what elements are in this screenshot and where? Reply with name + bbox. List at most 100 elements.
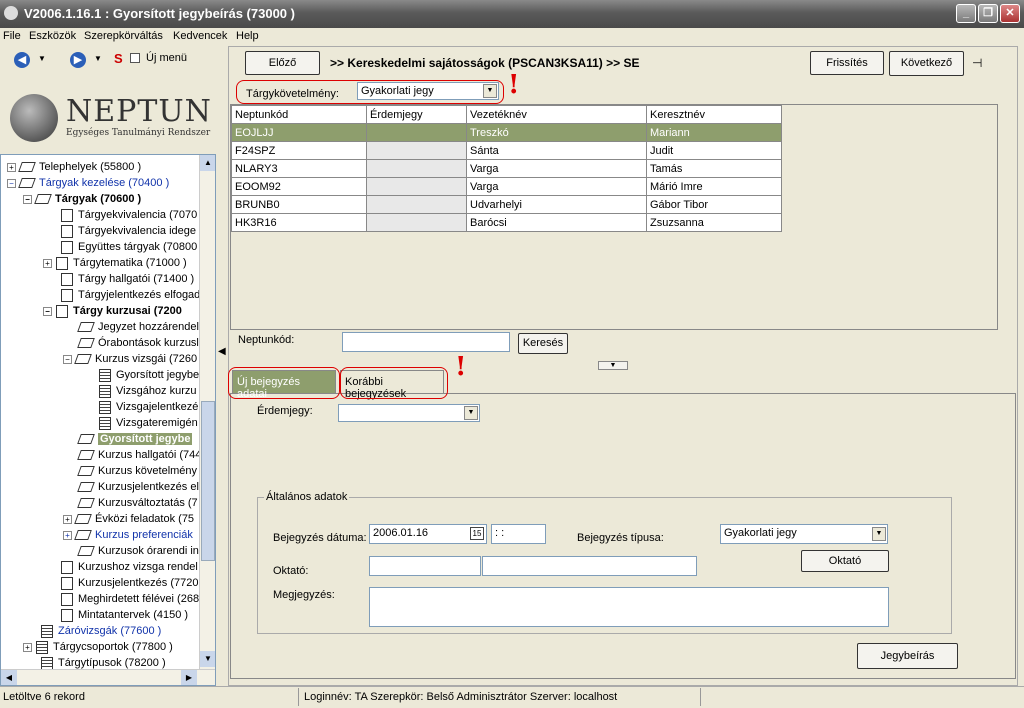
column-header[interactable]: Érdemjegy <box>366 105 467 124</box>
chevron-down-icon[interactable]: ▼ <box>872 527 886 541</box>
tree-item[interactable]: Záróvizsgák (77600 ) <box>41 623 161 639</box>
previous-button[interactable]: Előző <box>245 51 320 75</box>
tree-item[interactable]: − Tárgyak (70600 ) <box>23 191 141 207</box>
menu-role-switch[interactable]: Szerepkörváltás <box>84 30 163 42</box>
tree-item[interactable]: Tárgy hallgatói (71400 ) <box>61 271 194 287</box>
tree-item[interactable]: Meghirdetett félévei (268 <box>61 591 199 607</box>
tree-item[interactable]: + Telephelyek (55800 ) <box>7 159 141 175</box>
tree-item[interactable]: Kurzusok órarendi in <box>77 543 199 559</box>
tree-item[interactable]: Tárgyekvivalencia idege <box>61 223 196 239</box>
window-title: V2006.1.16.1 : Gyorsított jegybeírás (73… <box>24 6 295 21</box>
new-menu-checkbox[interactable] <box>130 53 140 63</box>
tree-horizontal-scrollbar[interactable]: ◀ ▶ <box>1 669 215 685</box>
tree-item[interactable]: Együttes tárgyak (70800 <box>61 239 197 255</box>
date-label: Bejegyzés dátuma: <box>273 532 367 544</box>
chevron-down-icon[interactable]: ▼ <box>483 84 497 98</box>
tree-item[interactable]: + Tárgycsoportok (77800 ) <box>23 639 173 655</box>
tree-item[interactable]: Kurzushoz vizsga rendel <box>61 559 198 575</box>
scroll-left-icon[interactable]: ◀ <box>1 670 17 685</box>
note-label: Megjegyzés: <box>273 589 335 601</box>
tree-item[interactable]: Tárgyekvivalencia (7070 <box>61 207 197 223</box>
tree-item[interactable]: Vizsgához kurzu <box>99 383 197 399</box>
scroll-down-icon[interactable]: ▼ <box>200 651 215 667</box>
date-input[interactable]: 2006.01.16 15 <box>369 524 487 544</box>
collapse-panel-handle[interactable]: ◀ <box>218 346 226 386</box>
menu-favorites[interactable]: Kedvencek <box>173 30 227 42</box>
table-row[interactable]: HK3R16 Barócsi Zsuzsanna <box>231 213 782 232</box>
status-bar: Letöltve 6 rekord Loginnév: TA Szerepkör… <box>0 686 1024 708</box>
note-textarea[interactable] <box>369 587 889 627</box>
entry-type-select[interactable]: Gyakorlati jegy ▼ <box>720 524 888 544</box>
chevron-down-icon[interactable]: ▼ <box>464 406 478 420</box>
column-header[interactable]: Neptunkód <box>231 105 367 124</box>
title-bar: V2006.1.16.1 : Gyorsított jegybeírás (73… <box>0 0 1024 28</box>
scroll-thumb[interactable] <box>201 401 215 561</box>
tree-item[interactable]: Vizsgajelentkezé <box>99 399 198 415</box>
table-row[interactable]: EOJLJJ Treszkó Mariann <box>231 123 782 142</box>
close-button[interactable]: ✕ <box>1000 4 1020 23</box>
table-row[interactable]: BRUNB0 Udvarhelyi Gábor Tibor <box>231 195 782 214</box>
tree-item[interactable]: + Kurzus preferenciák <box>63 527 193 543</box>
tree-item-selected[interactable]: Gyorsított jegybe <box>77 431 193 447</box>
tree-item[interactable]: − Kurzus vizsgái (7260 <box>63 351 197 367</box>
menu-bar: File Eszközök Szerepkörváltás Kedvencek … <box>0 28 1024 46</box>
scroll-up-icon[interactable]: ▲ <box>200 155 215 171</box>
tree-item[interactable]: Órabontások kurzusl <box>77 335 199 351</box>
time-input[interactable]: : : <box>491 524 546 544</box>
pin-icon[interactable]: ⊣ <box>972 56 982 70</box>
tree-item[interactable]: − Tárgy kurzusai (7200 <box>43 303 182 319</box>
logo-name: NEPTUN <box>66 94 212 129</box>
forward-icon[interactable]: ▶ <box>70 52 86 68</box>
scroll-right-icon[interactable]: ▶ <box>181 670 197 685</box>
app-icon <box>4 6 18 20</box>
requirement-label: Tárgykövetelmény: <box>246 88 339 100</box>
group-title: Általános adatok <box>264 491 350 503</box>
neptun-code-input[interactable] <box>342 332 510 352</box>
column-header[interactable]: Vezetéknév <box>466 105 647 124</box>
back-dropdown-icon[interactable]: ▼ <box>38 54 46 63</box>
tree-item[interactable]: Jegyzet hozzárendel <box>77 319 199 335</box>
requirement-select[interactable]: Gyakorlati jegy ▼ <box>357 82 499 100</box>
menu-help[interactable]: Help <box>236 30 259 42</box>
table-row[interactable]: F24SPZ Sánta Judit <box>231 141 782 160</box>
table-row[interactable]: EOOM92 Varga Márió Imre <box>231 177 782 196</box>
refresh-button[interactable]: Frissítés <box>810 51 884 75</box>
submit-grade-button[interactable]: Jegybeírás <box>857 643 958 669</box>
logo-subtitle: Egységes Tanulmányi Rendszer <box>66 128 211 138</box>
grade-select[interactable]: ▼ <box>338 404 480 422</box>
back-icon[interactable]: ◀ <box>14 52 30 68</box>
tree-vertical-scrollbar[interactable]: ▲ ▼ <box>199 155 215 669</box>
status-divider <box>700 688 701 706</box>
tree-item[interactable]: Kurzus követelmény <box>77 463 197 479</box>
highlight-marker <box>228 367 340 399</box>
table-row[interactable]: NLARY3 Varga Tamás <box>231 159 782 178</box>
tree-item[interactable]: Kurzusváltoztatás (7 <box>77 495 198 511</box>
menu-tools[interactable]: Eszközök <box>29 30 76 42</box>
calendar-icon[interactable]: 15 <box>470 527 484 540</box>
tree-item[interactable]: Tárgyjelentkezés elfogad <box>61 287 200 303</box>
navigation-tree: + Telephelyek (55800 ) − Tárgyak kezelése … <box>0 154 216 686</box>
students-table: Neptunkód Érdemjegy Vezetéknév Keresztné… <box>231 105 782 232</box>
tree-item[interactable]: Mintatantervek (4150 ) <box>61 607 188 623</box>
next-button[interactable]: Következő <box>889 51 964 76</box>
tree-item[interactable]: Kurzusjelentkezés el <box>77 479 199 495</box>
tree-item[interactable]: + Évközi feladatok (75 <box>63 511 194 527</box>
splitter-handle[interactable]: ▼ <box>598 361 628 370</box>
tree-item[interactable]: Kurzusjelentkezés (7720 <box>61 575 198 591</box>
teacher-code-input[interactable] <box>369 556 481 576</box>
teacher-label: Oktató: <box>273 565 309 577</box>
menu-file[interactable]: File <box>3 30 21 42</box>
tree-item[interactable]: Vizsgateremigén <box>99 415 198 431</box>
tree-item[interactable]: − Tárgyak kezelése (70400 ) <box>7 175 169 191</box>
column-header[interactable]: Keresztnév <box>646 105 782 124</box>
search-button[interactable]: Keresés <box>518 333 568 354</box>
teacher-name-input[interactable] <box>482 556 697 576</box>
search-label: Neptunkód: <box>238 334 295 346</box>
teacher-button[interactable]: Oktató <box>801 550 889 572</box>
forward-dropdown-icon[interactable]: ▼ <box>94 54 102 63</box>
tree-item[interactable]: Kurzus hallgatói (744 <box>77 447 201 463</box>
maximize-button[interactable]: ❐ <box>978 4 998 23</box>
tree-item[interactable]: Gyorsított jegybe <box>99 367 199 383</box>
minimize-button[interactable]: _ <box>956 4 976 23</box>
tree-item[interactable]: + Tárgytematika (71000 ) <box>43 255 187 271</box>
